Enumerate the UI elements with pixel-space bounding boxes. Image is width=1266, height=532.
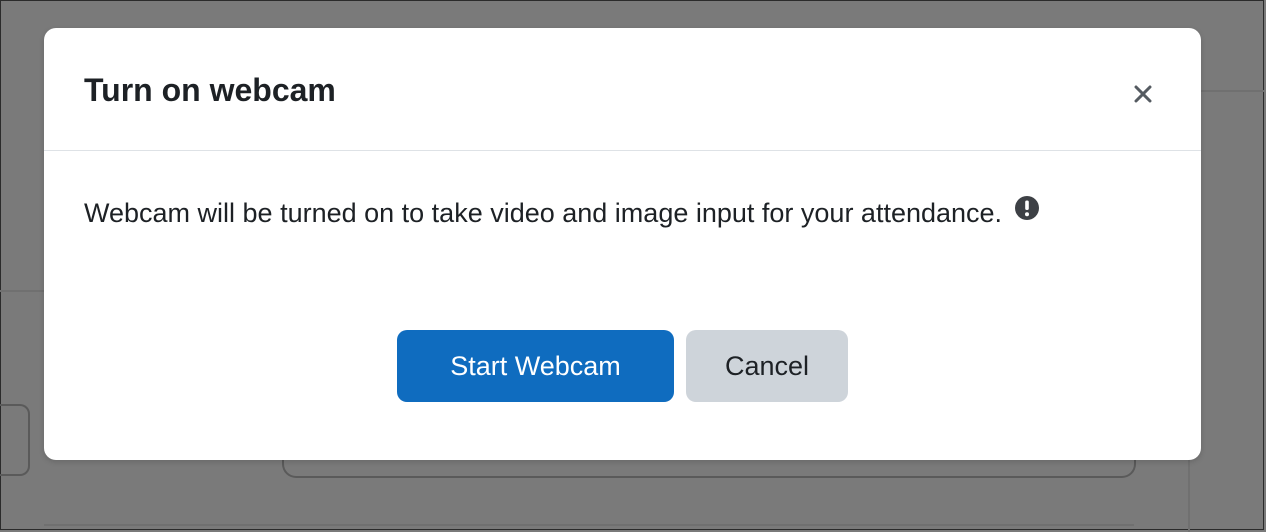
close-icon <box>1134 85 1152 103</box>
background-divider <box>0 290 44 292</box>
exclamation-circle-icon[interactable] <box>1014 192 1040 232</box>
dialog-header: Turn on webcam <box>44 28 1201 151</box>
background-divider <box>1200 90 1264 92</box>
cancel-button[interactable]: Cancel <box>686 330 848 402</box>
close-button[interactable] <box>1129 80 1157 108</box>
background-divider <box>44 524 1134 526</box>
webcam-dialog: Turn on webcam Webcam will be turned on … <box>44 28 1201 460</box>
dialog-message: Webcam will be turned on to take video a… <box>84 198 1003 228</box>
dialog-title: Turn on webcam <box>84 72 336 108</box>
background-input-outline <box>0 404 30 476</box>
dialog-body: Webcam will be turned on to take video a… <box>84 193 1144 235</box>
dialog-footer: Start Webcam Cancel <box>44 330 1201 402</box>
start-webcam-button[interactable]: Start Webcam <box>397 330 674 402</box>
